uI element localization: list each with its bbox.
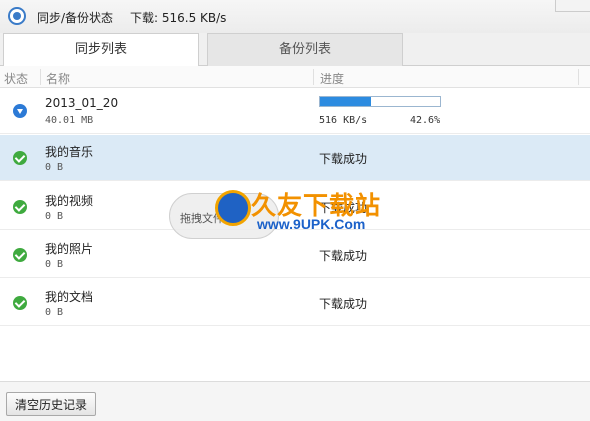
item-name: 2013_01_20 xyxy=(45,96,119,110)
watermark: 久友下载站 www.9UPK.Com xyxy=(215,186,385,240)
item-name: 我的音乐 xyxy=(45,145,94,159)
item-state: 下载成功 xyxy=(319,249,368,263)
progress-fill xyxy=(320,97,372,106)
tab-bar: 同步列表 备份列表 xyxy=(0,33,590,67)
watermark-logo-icon xyxy=(215,190,251,226)
window-title: 同步/备份状态 xyxy=(37,11,114,25)
item-size: 0 B xyxy=(45,307,64,318)
item-size: 0 B xyxy=(45,259,64,270)
column-progress[interactable]: 进度 xyxy=(320,70,344,87)
table-row[interactable]: 2013_01_20 40.01 MB 516 KB/s 42.6% xyxy=(0,88,590,134)
column-divider[interactable] xyxy=(40,69,41,85)
transfer-rate: 516 KB/s xyxy=(319,115,368,126)
check-icon xyxy=(13,200,27,214)
check-icon xyxy=(13,296,27,310)
item-state: 下载成功 xyxy=(319,152,368,166)
item-name: 我的文档 xyxy=(45,290,94,304)
tab-sync-list[interactable]: 同步列表 xyxy=(3,33,199,67)
item-size: 0 B xyxy=(45,211,64,222)
close-button[interactable] xyxy=(555,0,590,12)
tab-backup-list[interactable]: 备份列表 xyxy=(207,33,403,66)
download-icon xyxy=(13,104,27,118)
column-status[interactable]: 状态 xyxy=(4,70,28,87)
watermark-url: www.9UPK.Com xyxy=(257,216,366,232)
column-name[interactable]: 名称 xyxy=(46,70,70,87)
column-header: 状态 名称 进度 xyxy=(0,66,590,88)
check-icon xyxy=(13,151,27,165)
progress-percent: 42.6% xyxy=(410,115,441,126)
table-row[interactable]: 我的音乐 0 B 下载成功 xyxy=(0,135,590,181)
item-state: 下载成功 xyxy=(319,297,368,311)
progress-bar xyxy=(319,96,441,107)
item-size: 0 B xyxy=(45,162,64,173)
footer-bar: 清空历史记录 xyxy=(0,381,590,421)
column-divider[interactable] xyxy=(578,69,579,85)
item-name: 我的照片 xyxy=(45,242,94,256)
clear-history-button[interactable]: 清空历史记录 xyxy=(6,392,96,416)
item-name: 我的视频 xyxy=(45,194,94,208)
check-icon xyxy=(13,248,27,262)
app-logo-icon xyxy=(8,7,26,25)
download-speed: 下载: 516.5 KB/s xyxy=(130,11,227,25)
table-row[interactable]: 我的文档 0 B 下载成功 xyxy=(0,280,590,326)
column-divider[interactable] xyxy=(313,69,314,85)
item-size: 40.01 MB xyxy=(45,115,94,126)
title-bar: 同步/备份状态 下载: 516.5 KB/s xyxy=(0,0,590,33)
